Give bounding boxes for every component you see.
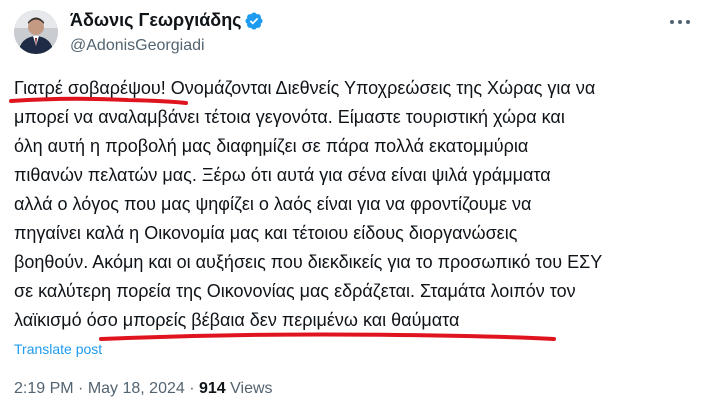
tweet-line-5: αλλά ο λόγος που μας ψηφίζει ο λαός είνα… <box>14 194 532 214</box>
tweet-card: Άδωνις Γεωργιάδης @AdonisGeorgiadi Γιατρ… <box>0 0 702 410</box>
verified-badge-icon[interactable] <box>244 11 264 31</box>
views-count[interactable]: 914 <box>199 380 226 397</box>
more-horizontal-icon[interactable] <box>668 14 692 30</box>
tweet-line-6: πηγαίνει καλά η Οικονομία μας και τέτοιο… <box>14 223 518 243</box>
tweet-time[interactable]: 2:19 PM <box>14 380 74 397</box>
meta-separator: · <box>73 380 88 397</box>
red-underline-mark-bottom <box>99 332 556 341</box>
profile-photo <box>14 10 58 54</box>
tweet-line-8: σε καλύτερη πορεία της Οικονονίας μας εδ… <box>14 281 576 301</box>
views-label: Views <box>225 380 273 397</box>
tweet-line-7: βοηθούν. Ακόμη και οι αυξήσεις που διεκδ… <box>14 252 603 272</box>
translate-post-link[interactable]: Translate post <box>14 341 102 357</box>
tweet-line-4: πιθανών πελατών μας. Ξέρω ότι αυτά για σ… <box>14 165 551 185</box>
tweet-text: Γιατρέ σοβαρέψου! Ονομάζονται Διεθνείς Υ… <box>14 74 690 335</box>
avatar[interactable] <box>14 10 58 54</box>
red-underline-mark-top <box>9 96 188 105</box>
author-handle[interactable]: @AdonisGeorgiadi <box>70 37 205 55</box>
tweet-line-3: όλη αυτή η προβολή μας διαφημίζει σε πάρ… <box>14 136 529 156</box>
author-display-name[interactable]: Άδωνις Γεωργιάδης <box>70 10 242 31</box>
tweet-meta: 2:19 PM · May 18, 2024 · 914 Views <box>14 380 273 398</box>
tweet-date[interactable]: May 18, 2024 <box>88 380 185 397</box>
meta-separator: · <box>184 380 199 397</box>
